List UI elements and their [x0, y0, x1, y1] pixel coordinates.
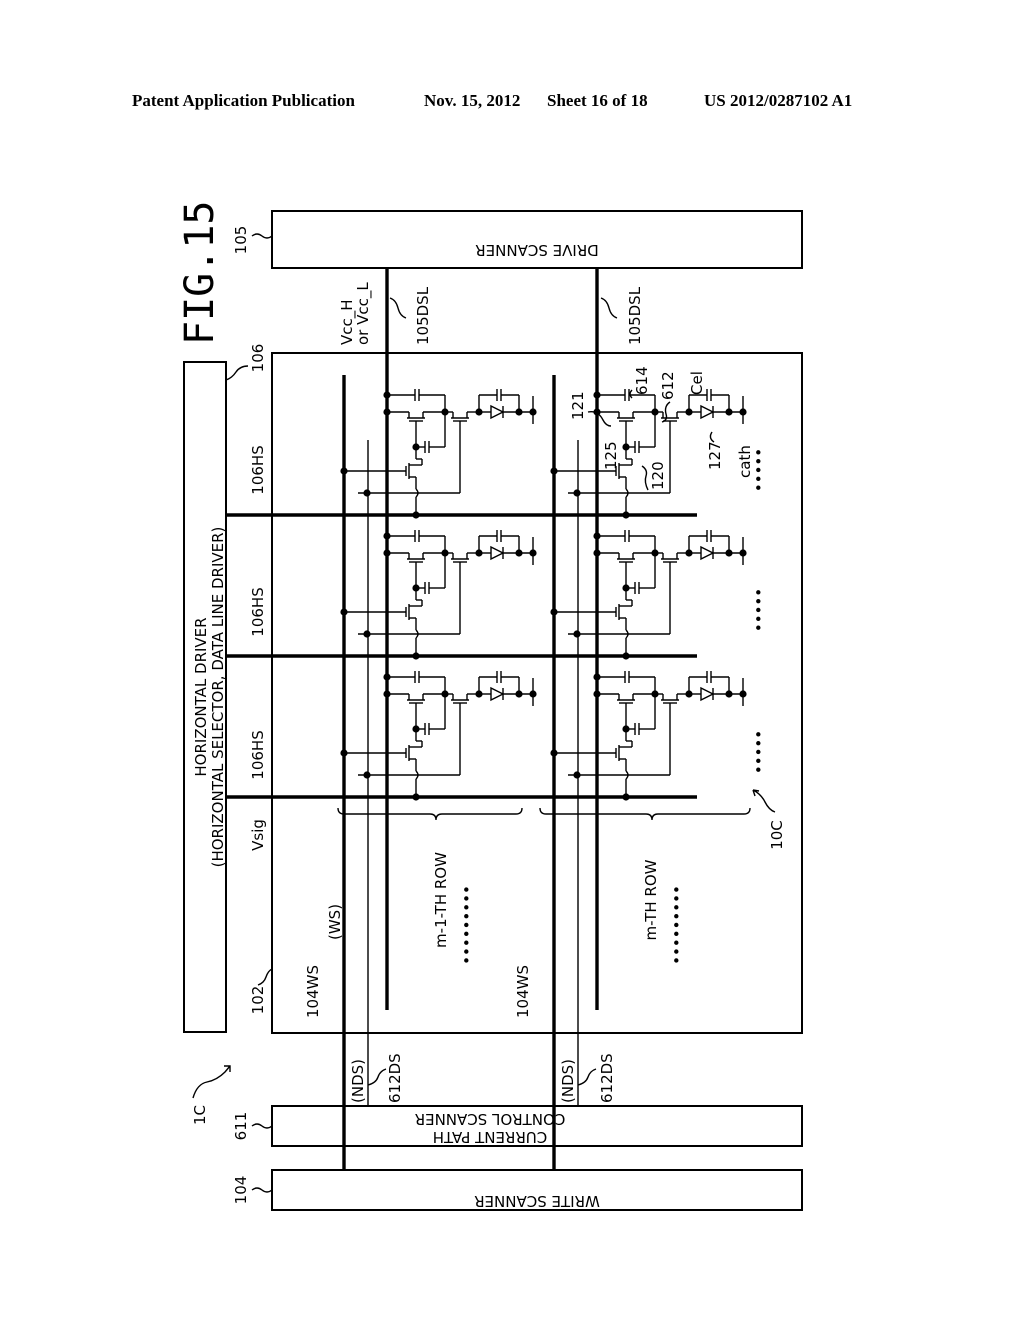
leader-611 [251, 1123, 273, 1129]
ref-611: 611 [232, 1112, 250, 1141]
ref-102: 102 [249, 986, 267, 1015]
junction-dot [622, 652, 630, 660]
junction-dot [412, 511, 420, 519]
row-label-m-1: m-1-TH ROW [432, 852, 450, 948]
ws-label: (WS) [326, 904, 344, 940]
junction-dot [515, 690, 523, 698]
junction-dot [363, 771, 371, 779]
junction-dot [550, 608, 558, 616]
junction-dot [340, 749, 348, 757]
leader-612ds-2 [577, 1068, 597, 1086]
hs-label-2: 106HS [249, 587, 267, 636]
hs-label-3: 106HS [249, 445, 267, 494]
leader-102 [257, 968, 273, 986]
row-label-m: m-TH ROW [642, 859, 660, 940]
junction-dot [573, 630, 581, 638]
ref-105: 105 [232, 226, 250, 255]
comp-614: 614 [633, 366, 651, 395]
col-ellipsis-2: ••••• [750, 588, 768, 632]
leader-105 [251, 233, 273, 239]
junction-dot [412, 652, 420, 660]
comp-127: 127 [706, 441, 724, 470]
leader-dsl-1 [389, 297, 407, 319]
comp-cel: Cel [688, 371, 706, 395]
ws-ref-label-1: 104WS [304, 965, 322, 1018]
comp-612: 612 [659, 371, 677, 400]
row-ellipsis-2: ••••••••• [668, 885, 686, 965]
leader-104 [251, 1187, 273, 1193]
junction-dot [573, 489, 581, 497]
ws-ref-label-2: 104WS [514, 965, 532, 1018]
junction-dot [412, 793, 420, 801]
comp-125: 125 [602, 441, 620, 470]
ds612-label-1: 612DS [386, 1053, 404, 1103]
row-ellipsis-1: ••••••••• [458, 885, 476, 965]
leader-dsl-2 [600, 297, 618, 319]
dsl-label-1: 105DSL [414, 286, 432, 345]
junction-dot [725, 690, 733, 698]
hs-label-1: 106HS [249, 730, 267, 779]
dsl-label-2: 105DSL [626, 286, 644, 345]
junction-dot [622, 793, 630, 801]
junction-dot [573, 771, 581, 779]
vcc-label-2: or Vcc_L [354, 282, 373, 345]
comp-121: 121 [569, 391, 587, 420]
current-path-scanner-line2: CONTROL SCANNER [415, 1110, 566, 1128]
current-path-scanner-line1: CURRENT PATH [433, 1128, 548, 1146]
horizontal-driver-line2: (HORIZONTAL SELECTOR, DATA LINE DRIVER) [209, 527, 227, 868]
junction-dot [515, 549, 523, 557]
junction-dot [340, 608, 348, 616]
device-arrow-icon [192, 1065, 231, 1099]
junction-dot [340, 467, 348, 475]
comp-120: 120 [649, 461, 667, 490]
leader-106 [225, 365, 249, 381]
junction-dot [515, 408, 523, 416]
junction-dot [725, 408, 733, 416]
col-ellipsis-1: ••••• [750, 448, 768, 492]
col-ellipsis-3: ••••• [750, 730, 768, 774]
figure-title: FIG.15 [177, 201, 223, 346]
write-scanner-label: WRITE SCANNER [474, 1192, 600, 1210]
junction-dot [363, 489, 371, 497]
junction-dot [550, 749, 558, 757]
horizontal-driver-line1: HORIZONTAL DRIVER [192, 617, 210, 776]
junction-dot [550, 467, 558, 475]
leader-612ds-1 [367, 1068, 387, 1086]
junction-dot [363, 630, 371, 638]
ref-104: 104 [232, 1176, 250, 1205]
circuit-diagram: FIG.15 DRIVE SCANNER 105 HORIZONTAL DRIV… [177, 201, 803, 1211]
vsig-label: Vsig [249, 819, 267, 851]
junction-dot [622, 511, 630, 519]
ref-106: 106 [249, 344, 267, 373]
nds-label-1: (NDS) [349, 1059, 367, 1103]
drive-scanner-label: DRIVE SCANNER [475, 241, 599, 259]
array-ref-10c: 10C [768, 820, 786, 850]
device-ref-1c: 1C [191, 1105, 209, 1125]
nds-label-2: (NDS) [559, 1059, 577, 1103]
junction-dot [725, 549, 733, 557]
ds612-label-2: 612DS [598, 1053, 616, 1103]
